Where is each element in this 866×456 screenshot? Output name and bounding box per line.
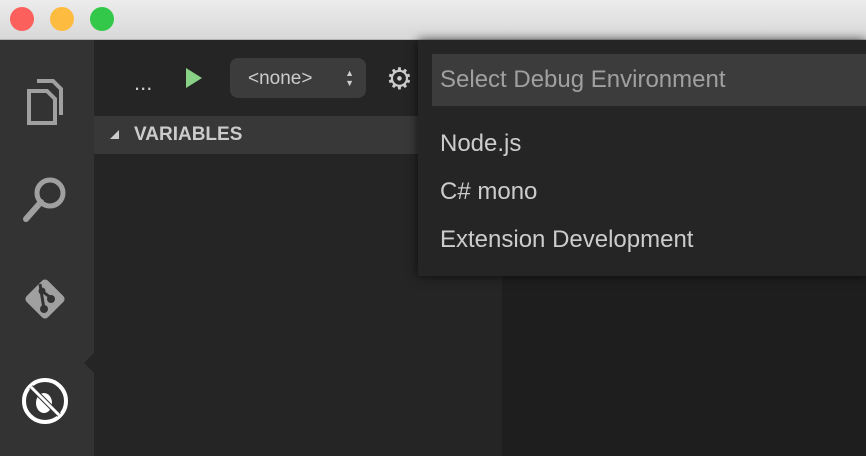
quick-pick-input[interactable]: Select Debug Environment <box>432 54 866 106</box>
gear-icon[interactable]: ⚙ <box>386 62 413 97</box>
quick-pick-option[interactable]: Extension Development <box>440 226 693 254</box>
zoom-window-button[interactable] <box>90 7 114 31</box>
quick-pick-option[interactable]: Node.js <box>440 130 521 158</box>
active-view-indicator <box>84 353 94 373</box>
activity-bar <box>0 40 94 456</box>
quick-pick: Select Debug Environment Node.js C# mono… <box>418 40 866 276</box>
close-window-button[interactable] <box>10 7 34 31</box>
title-bar <box>0 0 866 40</box>
git-icon[interactable] <box>17 271 73 327</box>
collapse-triangle-icon <box>110 130 119 139</box>
debug-config-select[interactable]: <none> ▲ ▼ <box>230 58 366 98</box>
minimize-window-button[interactable] <box>50 7 74 31</box>
quick-pick-option[interactable]: C# mono <box>440 178 537 206</box>
explorer-icon[interactable] <box>17 74 73 130</box>
debug-config-value: <none> <box>248 68 313 89</box>
section-title: VARIABLES <box>134 124 243 145</box>
start-debugging-button[interactable] <box>186 68 202 88</box>
more-actions-button[interactable]: ... <box>134 70 152 96</box>
search-icon[interactable] <box>17 172 73 228</box>
select-arrows-icon: ▲ ▼ <box>345 68 354 88</box>
debug-icon[interactable] <box>17 373 73 429</box>
